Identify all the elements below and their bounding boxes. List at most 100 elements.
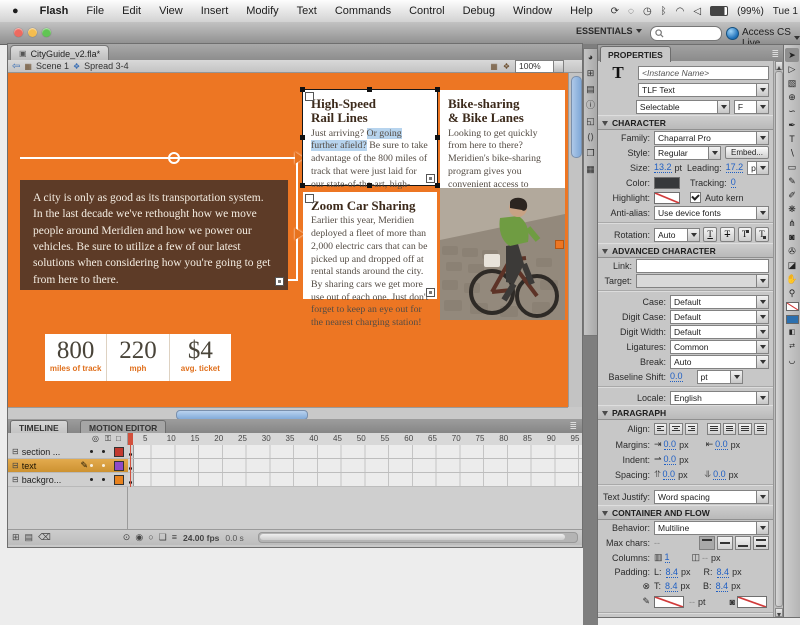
menu-view[interactable]: View <box>150 5 192 17</box>
text-tool[interactable]: T <box>785 132 799 146</box>
frame-rate[interactable]: 24.00 fps <box>183 533 219 543</box>
bike-text-box[interactable]: Bike-sharing & Bike Lanes Looking to get… <box>440 90 565 320</box>
delete-layer-icon[interactable]: ⌫ <box>38 532 51 543</box>
edit-symbols-icon[interactable]: ❖ <box>503 62 510 71</box>
align-right-button[interactable] <box>685 423 698 435</box>
border-width-value[interactable]: -- <box>689 597 695 607</box>
highlight-color-swatch[interactable] <box>654 192 680 204</box>
layer-visibility-dot[interactable] <box>90 478 93 481</box>
eyedropper-tool[interactable]: ✇ <box>785 244 799 258</box>
valign-top-button[interactable] <box>699 536 715 550</box>
modify-markers-icon[interactable]: ≡ <box>172 532 177 543</box>
margin-left-value[interactable]: 0.0 <box>664 439 677 450</box>
stroke-color-swatch[interactable] <box>786 302 799 311</box>
section-advanced-character[interactable]: ADVANCED CHARACTER <box>598 243 773 258</box>
breadcrumb-scene[interactable]: Scene 1 <box>36 61 69 71</box>
font-size-value[interactable]: 13.2 <box>654 162 672 173</box>
padding-left-value[interactable]: 8.4 <box>666 567 679 578</box>
layer-visibility-dot[interactable] <box>90 464 93 467</box>
stage-zoom-select[interactable]: 100% <box>515 60 564 73</box>
eraser-tool[interactable]: ◪ <box>785 258 799 272</box>
text-in-port[interactable] <box>305 92 314 101</box>
font-style-dropdown[interactable]: Regular <box>654 146 721 160</box>
gutter-value[interactable]: -- <box>702 553 708 563</box>
anti-alias-dropdown[interactable]: Use device fonts <box>654 206 769 220</box>
timeline-scrollbar[interactable] <box>258 532 578 543</box>
menu-control[interactable]: Control <box>400 5 453 17</box>
keyframe[interactable] <box>128 473 134 486</box>
layer-row-section[interactable]: ⊟section ... <box>8 445 128 459</box>
car-text-box[interactable]: Zoom Car Sharing Earlier this year, Meri… <box>303 192 437 299</box>
layer-frames[interactable] <box>128 473 582 487</box>
instance-name-input[interactable]: <Instance Name> <box>638 66 769 80</box>
line-tool[interactable]: ∖ <box>785 146 799 160</box>
color-panel-icon[interactable]: ◕ <box>588 53 593 62</box>
zoom-stepper[interactable] <box>553 61 563 72</box>
layer-lock-dot[interactable] <box>102 478 105 481</box>
layer-row-backgro[interactable]: ⊟backgro... <box>8 473 128 487</box>
text-engine-dropdown[interactable]: TLF Text <box>638 83 769 97</box>
text-out-port[interactable] <box>275 277 284 286</box>
selection-handle[interactable] <box>300 183 305 188</box>
document-tab[interactable]: ▣ CityGuide_v2.fla* <box>10 45 109 61</box>
scrollbar-thumb[interactable] <box>775 71 783 607</box>
text-flow-port[interactable] <box>555 240 564 249</box>
menu-flash[interactable]: Flash <box>31 5 78 17</box>
tracking-value[interactable]: 0 <box>731 177 736 188</box>
space-after-value[interactable]: 0.0 <box>713 469 726 480</box>
layer-visibility-dot[interactable] <box>90 450 93 453</box>
max-chars-value[interactable]: -- <box>654 538 660 548</box>
stats-card[interactable]: 800miles of track220mph$4avg. ticket <box>45 334 231 381</box>
library-panel-icon[interactable]: ▤ <box>586 85 595 94</box>
superscript-button[interactable]: T <box>738 227 752 242</box>
layer-frames[interactable] <box>128 459 582 473</box>
columns-value[interactable]: 1 <box>665 552 670 563</box>
leading-value[interactable]: 17.2 <box>726 162 744 173</box>
justify-all-button[interactable] <box>754 423 767 435</box>
justify-last-right-button[interactable] <box>738 423 751 435</box>
stage-canvas[interactable]: A city is only as good as its transporta… <box>8 73 568 407</box>
cyclist-photo[interactable] <box>440 188 565 320</box>
window-zoom-button[interactable] <box>42 28 51 37</box>
edit-scene-icon[interactable]: ▦ <box>490 62 498 71</box>
keyframe[interactable] <box>128 445 134 458</box>
bone-tool[interactable]: ⋔ <box>785 216 799 230</box>
components-panel-icon[interactable]: ❒ <box>586 149 594 158</box>
pencil-tool[interactable]: ✎ <box>785 174 799 188</box>
container-border-color-swatch[interactable] <box>654 596 684 608</box>
text-out-port[interactable] <box>426 174 435 183</box>
center-frame-icon[interactable]: ⊙ <box>123 532 131 543</box>
hand-tool[interactable]: ✋ <box>785 272 799 286</box>
wifi-icon[interactable]: ◠ <box>676 6 685 17</box>
font-family-dropdown[interactable]: Chaparral Pro <box>654 131 769 145</box>
text-type-dropdown[interactable]: Selectable <box>636 100 730 114</box>
deco-tool[interactable]: ❋ <box>785 202 799 216</box>
rotation-dropdown[interactable]: Auto <box>654 228 700 242</box>
motion-presets-panel-icon[interactable]: ▦ <box>586 165 595 174</box>
time-machine-icon[interactable]: ◷ <box>643 6 652 17</box>
indent-value[interactable]: 0.0 <box>664 454 677 465</box>
space-before-value[interactable]: 0.0 <box>663 469 676 480</box>
paint-bucket-tool[interactable]: ◙ <box>785 230 799 244</box>
menu-file[interactable]: File <box>77 5 113 17</box>
strikethrough-button[interactable]: T <box>720 227 734 242</box>
selection-handle[interactable] <box>367 183 372 188</box>
padding-right-value[interactable]: 8.4 <box>717 567 730 578</box>
black-white-colors-icon[interactable]: ◧ <box>785 326 799 340</box>
menu-debug[interactable]: Debug <box>454 5 504 17</box>
behavior-dropdown[interactable]: Multiline <box>654 521 769 535</box>
section-character[interactable]: CHARACTER <box>598 115 773 130</box>
valign-bottom-button[interactable] <box>735 536 751 550</box>
text-in-port[interactable] <box>305 194 314 203</box>
back-icon[interactable]: ⇦ <box>12 61 20 72</box>
align-left-button[interactable] <box>654 423 667 435</box>
scroll-up-icon[interactable] <box>775 61 783 70</box>
transform-panel-icon[interactable]: ◱ <box>586 117 595 126</box>
swap-colors-icon[interactable]: ⇄ <box>785 340 799 354</box>
sync-icon[interactable]: ⟳ <box>611 6 619 17</box>
3d-rotation-tool[interactable]: ⊕ <box>785 90 799 104</box>
ligatures-dropdown[interactable]: Common <box>670 340 769 354</box>
auto-kern-checkbox[interactable] <box>690 192 701 203</box>
layer-frames[interactable] <box>128 445 582 459</box>
link-input[interactable] <box>636 259 769 273</box>
